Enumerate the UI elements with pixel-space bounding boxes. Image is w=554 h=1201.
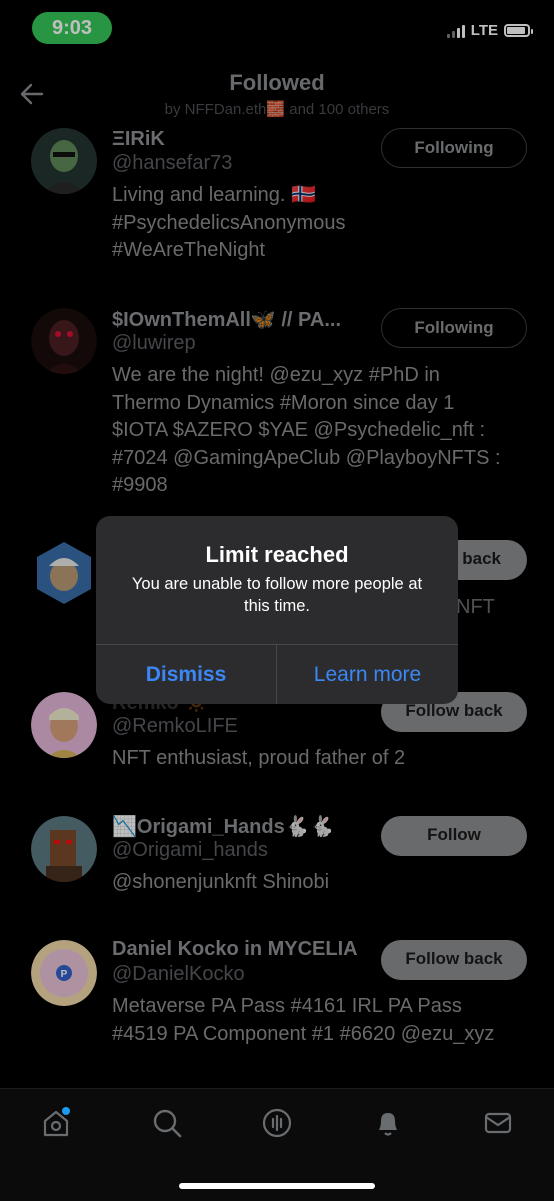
user-handle: @Origami_hands: [112, 839, 268, 861]
avatar[interactable]: [31, 308, 97, 374]
user-handle: @luwirep: [112, 332, 196, 354]
spaces-icon[interactable]: [261, 1107, 293, 1139]
home-icon[interactable]: [40, 1107, 72, 1139]
user-name: $IOwnThemAll🦋 // PA...: [112, 309, 342, 331]
user-handle: @hansefar73: [112, 152, 233, 174]
signal-icon: [446, 24, 465, 38]
avatar[interactable]: [31, 128, 97, 194]
following-button[interactable]: Following: [381, 308, 527, 348]
avatar[interactable]: [31, 692, 97, 758]
svg-text:P: P: [61, 969, 68, 980]
follow-button[interactable]: Follow: [381, 816, 527, 856]
status-indicators: LTE: [446, 22, 533, 39]
notifications-icon[interactable]: [372, 1107, 404, 1139]
user-handle: @DanielKocko: [112, 963, 245, 985]
dialog-title: Limit reached: [205, 542, 349, 567]
following-button[interactable]: Following: [381, 128, 527, 168]
avatar[interactable]: [31, 816, 97, 882]
dialog-message: You are unable to follow more people at …: [131, 575, 423, 615]
follow-back-button[interactable]: Follow back: [381, 940, 527, 980]
messages-icon[interactable]: [482, 1107, 514, 1139]
page-title: Followed: [229, 70, 325, 95]
status-time: 9:03: [32, 12, 112, 44]
user-bio: Living and learning. 🇳🇴 #PsychedelicsAno…: [112, 184, 346, 261]
user-handle: @RemkoLIFE: [112, 715, 238, 737]
limit-reached-dialog: Limit reached You are unable to follow m…: [96, 516, 458, 704]
home-indicator: [179, 1183, 375, 1189]
status-bar: 9:03 LTE: [0, 0, 554, 56]
user-name: ΞIRiK: [112, 128, 165, 150]
header: Followed by NFFDan.eth🧱 and 100 others: [0, 62, 554, 122]
user-bio: We are the night! @ezu_xyz #PhD in Therm…: [112, 364, 501, 496]
user-bio: @shonenjunknft Shinobi: [112, 871, 330, 893]
avatar[interactable]: P: [31, 940, 97, 1006]
battery-icon: [504, 24, 533, 37]
network-label: LTE: [470, 22, 498, 39]
user-bio: NFT enthusiast, proud father of 2: [112, 747, 406, 769]
avatar[interactable]: [31, 540, 97, 606]
user-bio: NFT: [456, 596, 495, 618]
search-icon[interactable]: [151, 1107, 183, 1139]
page-subtitle: by NFFDan.eth🧱 and 100 others: [164, 101, 390, 118]
dismiss-button[interactable]: Dismiss: [96, 645, 276, 704]
user-bio: Metaverse PA Pass #4161 IRL PA Pass #451…: [112, 995, 495, 1045]
user-name: Daniel Kocko in MYCELIA: [112, 938, 358, 960]
user-name: 📉Origami_Hands🐇🐇: [112, 816, 335, 838]
learn-more-button[interactable]: Learn more: [277, 645, 458, 704]
tab-bar: [0, 1088, 554, 1201]
